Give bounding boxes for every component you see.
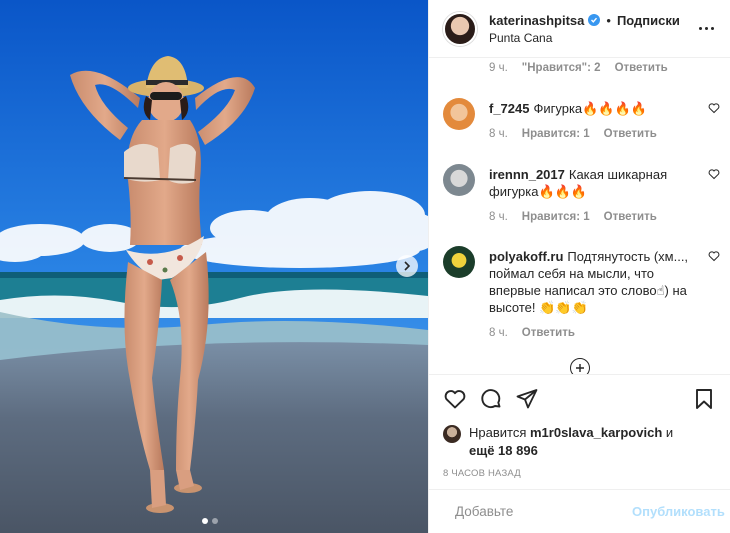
author-username[interactable]: katerinashpitsa [489,13,584,28]
more-dot-icon [710,27,714,30]
comment-item: 9 ч. "Нравится": 2 Ответить [489,62,720,74]
comment-item: irennn_2017 Какая шикарная фигурка🔥🔥🔥 8 ч… [443,164,720,226]
comment-likes[interactable]: Нравится: 1 [522,209,590,226]
carousel-dot [212,518,218,524]
commenter-avatar[interactable] [443,98,475,130]
post-side-panel: katerinashpitsa • Подписки Punta Cana 9 … [428,0,730,533]
comment-time[interactable]: 8 ч. [489,209,508,226]
share-paper-plane-icon[interactable] [515,387,539,411]
likes-count-button[interactable]: ещё 18 896 [469,443,538,458]
carousel-indicator [202,518,218,524]
comment-meta: 8 ч. Нравится: 1 Ответить [489,126,702,143]
post-timestamp[interactable]: 8 ЧАСОВ НАЗАД [429,460,730,479]
likes-text: Нравится m1r0slava_karpovich и ещё 18 89… [469,424,673,460]
comment-body: f_7245 Фигурка🔥🔥🔥🔥 8 ч. Нравится: 1 Ответ… [489,98,720,143]
author-info: katerinashpitsa • Подписки Punta Cana [489,13,696,45]
beach-photo [0,0,428,533]
next-slide-button[interactable] [396,255,418,277]
liker-username[interactable]: m1r0slava_karpovich [530,425,662,440]
likes-summary: Нравится m1r0slava_karpovich и ещё 18 89… [429,422,730,460]
post-location[interactable]: Punta Cana [489,31,696,45]
comment-bubble-icon[interactable] [479,387,503,411]
more-dot-icon [698,27,702,30]
save-bookmark-icon[interactable] [692,387,716,411]
like-comment-heart-icon[interactable] [708,168,720,180]
reply-button[interactable]: Ответить [615,62,668,74]
post-header: katerinashpitsa • Подписки Punta Cana [429,0,730,58]
like-comment-heart-icon[interactable] [708,102,720,114]
instagram-post: katerinashpitsa • Подписки Punta Cana 9 … [0,0,730,533]
comments-list[interactable]: 9 ч. "Нравится": 2 Ответить f_7245 Фигурк… [429,58,730,374]
comment-likes[interactable]: "Нравится": 2 [522,62,601,74]
plus-icon [576,364,584,372]
comment-body: polyakoff.ru Подтянутость (хм..., поймал … [489,246,720,342]
likes-and: и [665,425,674,440]
separator-dot: • [606,12,611,28]
comment-meta: 8 ч. Ответить [489,325,702,342]
post-actions-bar [429,374,730,422]
comment-username[interactable]: f_7245 [489,101,529,116]
load-more-comments-button[interactable] [570,358,590,374]
comment-username[interactable]: polyakoff.ru [489,249,563,264]
like-heart-icon[interactable] [443,387,467,411]
comment-item: f_7245 Фигурка🔥🔥🔥🔥 8 ч. Нравится: 1 Ответ… [443,98,720,143]
likes-prefix: Нравится [469,425,527,440]
comment-meta: 9 ч. "Нравится": 2 Ответить [489,62,668,74]
commenter-avatar[interactable] [443,164,475,196]
comment-meta: 8 ч. Нравится: 1 Ответить [489,209,702,226]
post-photo[interactable] [0,0,428,533]
verified-badge-icon [588,14,601,26]
more-options-button[interactable] [696,19,716,39]
author-line: katerinashpitsa • Подписки [489,13,696,28]
reply-button[interactable]: Ответить [604,209,657,226]
reply-button[interactable]: Ответить [604,126,657,143]
chevron-right-icon [404,261,411,271]
more-dot-icon [704,27,708,30]
publish-button[interactable]: Опубликовать [632,504,725,519]
commenter-avatar[interactable] [443,246,475,278]
comment-likes[interactable]: Нравится: 1 [522,126,590,143]
comment-text: Фигурка🔥🔥🔥🔥 [533,101,647,116]
comment-body: irennn_2017 Какая шикарная фигурка🔥🔥🔥 8 ч… [489,164,720,226]
carousel-dot-active [202,518,208,524]
comment-time[interactable]: 8 ч. [489,325,508,342]
comment-input[interactable] [455,504,632,519]
comment-time[interactable]: 9 ч. [489,62,508,74]
reply-button[interactable]: Ответить [522,325,575,342]
following-button[interactable]: Подписки [617,13,680,28]
comment-username[interactable]: irennn_2017 [489,167,565,182]
comment-time[interactable]: 8 ч. [489,126,508,143]
comment-item: polyakoff.ru Подтянутость (хм..., поймал … [443,246,720,342]
add-comment-bar: Опубликовать [429,489,730,533]
author-avatar[interactable] [443,11,477,46]
like-comment-heart-icon[interactable] [708,250,720,262]
liker-avatar[interactable] [443,425,461,443]
